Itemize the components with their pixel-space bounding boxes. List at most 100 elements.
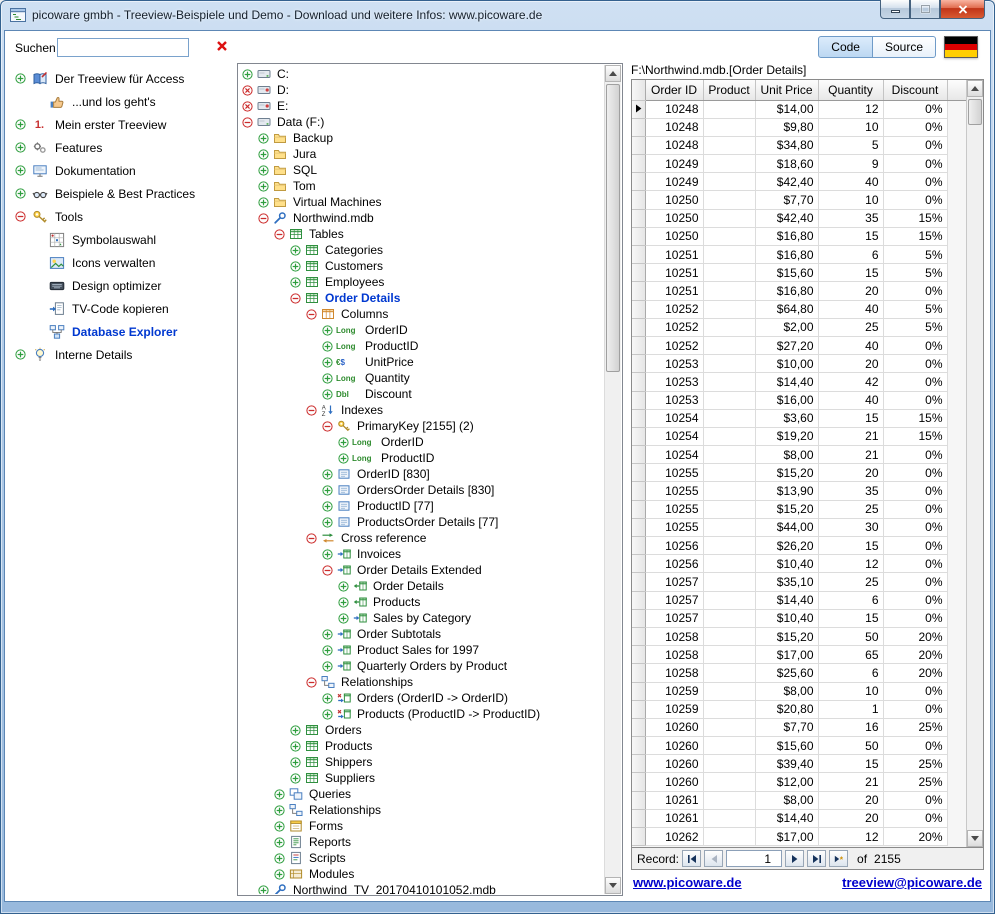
cell[interactable]: $14,40 — [755, 372, 819, 392]
column-header[interactable]: Product — [703, 80, 756, 101]
expand-plus-icon[interactable] — [322, 324, 336, 336]
tree-item[interactable]: Order Details Extended — [240, 562, 604, 578]
expand-plus-icon[interactable] — [338, 452, 352, 464]
cell[interactable] — [703, 372, 756, 392]
cell[interactable]: 0% — [883, 136, 948, 156]
record-selector[interactable] — [632, 827, 646, 847]
tree-item[interactable]: OrderID [830] — [240, 466, 604, 482]
cell[interactable]: 10251 — [645, 281, 704, 301]
no-expand-icon[interactable] — [242, 100, 256, 112]
expand-plus-icon[interactable] — [322, 628, 336, 640]
cell[interactable]: 20 — [818, 463, 884, 483]
cell[interactable]: 0% — [883, 372, 948, 392]
sidebar-item[interactable]: Tools — [11, 205, 235, 228]
expand-plus-icon[interactable] — [290, 756, 304, 768]
tree-item[interactable]: C: — [240, 66, 604, 82]
code-button[interactable]: Code — [818, 36, 873, 58]
cell[interactable] — [703, 409, 756, 428]
cell[interactable]: 10259 — [645, 682, 704, 701]
cell[interactable]: 40 — [818, 336, 884, 356]
sidebar-item[interactable]: Icons verwalten — [11, 251, 235, 274]
expand-plus-icon[interactable] — [338, 580, 352, 592]
tree-item[interactable]: Northwind_TV_20170410101052.mdb — [240, 882, 604, 894]
expand-plus-icon[interactable] — [274, 852, 288, 864]
close-button[interactable] — [940, 0, 985, 19]
cell[interactable] — [703, 318, 756, 337]
cell[interactable] — [703, 481, 756, 501]
collapse-minus-icon[interactable] — [306, 532, 320, 544]
cell[interactable]: 10 — [818, 682, 884, 701]
cell[interactable] — [703, 536, 756, 556]
cell[interactable]: 10254 — [645, 445, 704, 465]
cell[interactable] — [703, 136, 756, 156]
cell[interactable]: 10255 — [645, 481, 704, 501]
tree-item[interactable]: Orders — [240, 722, 604, 738]
cell[interactable]: 10261 — [645, 809, 704, 829]
cell[interactable]: 10257 — [645, 609, 704, 628]
expand-plus-icon[interactable] — [15, 119, 30, 130]
cell[interactable]: 0% — [883, 190, 948, 210]
tree-item[interactable]: Long Quantity — [240, 370, 604, 386]
record-selector[interactable] — [632, 682, 646, 701]
expand-plus-icon[interactable] — [322, 468, 336, 480]
cell[interactable]: $17,00 — [755, 645, 819, 665]
record-selector[interactable] — [632, 190, 646, 210]
cell[interactable]: 10261 — [645, 791, 704, 810]
cell[interactable] — [703, 154, 756, 174]
clear-search-icon[interactable] — [215, 39, 231, 55]
cell[interactable]: $18,60 — [755, 154, 819, 174]
tree-item[interactable]: Tom — [240, 178, 604, 194]
cell[interactable]: $12,00 — [755, 772, 819, 792]
minimize-button[interactable] — [880, 0, 910, 19]
tree-item[interactable]: Products — [240, 738, 604, 754]
tree-item[interactable]: Order Details — [240, 290, 604, 306]
cell[interactable]: $17,00 — [755, 827, 819, 847]
record-selector[interactable] — [632, 136, 646, 156]
titlebar[interactable]: picoware gmbh - Treeview-Beispiele und D… — [0, 0, 995, 30]
record-selector[interactable] — [632, 500, 646, 519]
collapse-minus-icon[interactable] — [258, 212, 272, 224]
tree-item[interactable]: Product Sales for 1997 — [240, 642, 604, 658]
cell[interactable] — [703, 518, 756, 538]
cell[interactable]: 21 — [818, 772, 884, 792]
record-selector[interactable] — [632, 300, 646, 319]
cell[interactable]: $16,80 — [755, 245, 819, 265]
record-selector[interactable] — [632, 372, 646, 392]
cell[interactable]: $13,90 — [755, 481, 819, 501]
tree-item[interactable]: Orders (OrderID -> OrderID) — [240, 690, 604, 706]
cell[interactable]: 21 — [818, 427, 884, 447]
cell[interactable]: 10255 — [645, 463, 704, 483]
collapse-minus-icon[interactable] — [306, 308, 320, 320]
column-header[interactable]: Order ID — [645, 80, 704, 101]
cell[interactable]: 9 — [818, 154, 884, 174]
tree-item[interactable]: Reports — [240, 834, 604, 850]
cell[interactable]: $16,80 — [755, 227, 819, 247]
cell[interactable]: 10248 — [645, 118, 704, 137]
cell[interactable] — [703, 209, 756, 228]
collapse-minus-icon[interactable] — [306, 404, 320, 416]
record-selector[interactable] — [632, 736, 646, 756]
cell[interactable]: 20 — [818, 809, 884, 829]
first-record-button[interactable] — [682, 850, 702, 867]
record-selector[interactable] — [632, 427, 646, 447]
cell[interactable]: $15,20 — [755, 463, 819, 483]
record-selector[interactable] — [632, 609, 646, 628]
cell[interactable]: 0% — [883, 700, 948, 719]
cell[interactable]: $15,20 — [755, 500, 819, 519]
scroll-up-icon[interactable] — [605, 65, 621, 82]
cell[interactable]: 0% — [883, 609, 948, 628]
cell[interactable]: $34,80 — [755, 136, 819, 156]
cell[interactable] — [703, 391, 756, 410]
cell[interactable]: $25,60 — [755, 663, 819, 683]
cell[interactable] — [703, 336, 756, 356]
cell[interactable]: 0% — [883, 481, 948, 501]
sidebar-item[interactable]: Interne Details — [11, 343, 235, 366]
cell[interactable]: 10251 — [645, 263, 704, 283]
expand-plus-icon[interactable] — [338, 612, 352, 624]
expand-plus-icon[interactable] — [290, 724, 304, 736]
cell[interactable]: $8,00 — [755, 791, 819, 810]
expand-plus-icon[interactable] — [242, 68, 256, 80]
cell[interactable]: 30 — [818, 518, 884, 538]
cell[interactable] — [703, 718, 756, 738]
record-selector[interactable] — [632, 445, 646, 465]
